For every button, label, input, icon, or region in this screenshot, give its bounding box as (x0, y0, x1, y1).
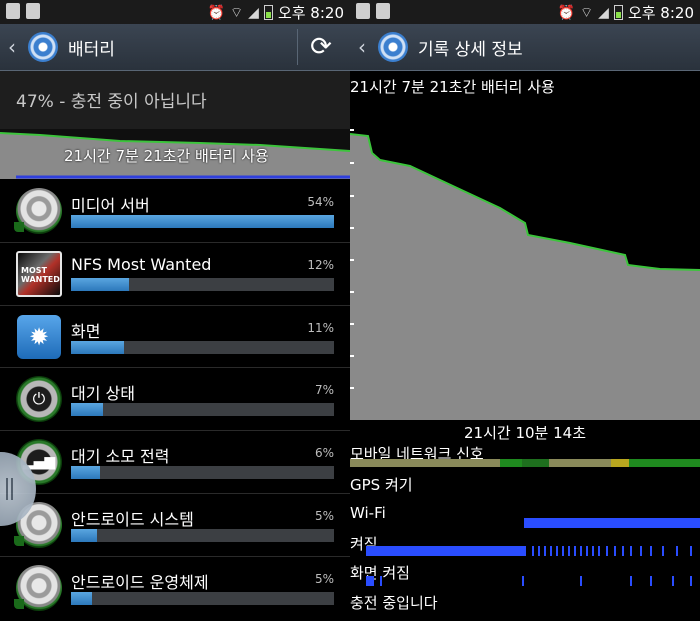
back-icon[interactable]: ‹ (8, 35, 22, 59)
nfs-game-icon: MOST WANTED (16, 250, 62, 297)
mobile-signal-track (350, 459, 700, 467)
clock: 오후 8:20 (627, 4, 694, 22)
list-item[interactable]: MOST WANTED NFS Most Wanted 12% (0, 243, 350, 306)
page-title: 기록 상세 정보 (418, 39, 523, 60)
item-percent: 6% (314, 446, 334, 461)
media-server-icon (14, 188, 62, 234)
battery-status-text: 47% - 충전 중이 아닙니다 (0, 71, 350, 129)
refresh-button[interactable]: ⟳ (297, 29, 344, 65)
wifi-track (524, 518, 700, 528)
refresh-icon: ⟳ (310, 32, 332, 62)
battery-usage-mini-chart[interactable]: 21시간 7분 21초간 배터리 사용 (0, 129, 350, 179)
item-name: NFS Most Wanted (71, 254, 212, 274)
gallery-notification-icon (6, 3, 20, 19)
settings-gear-icon[interactable] (378, 32, 408, 62)
battery-pane: ⏰ ⌔ ◢ 오후 8:20 ‹ 배터리 ⟳ 47% - 충전 중이 아닙니다 2… (0, 0, 350, 621)
item-name: 미디어 서버 (71, 196, 150, 215)
action-bar: ‹ 배터리 ⟳ (0, 24, 350, 71)
clock: 오후 8:20 (277, 4, 344, 22)
android-os-icon (14, 564, 62, 611)
gallery-notification-icon (356, 3, 370, 19)
item-name: 화면 (71, 321, 101, 341)
usage-bar (71, 528, 334, 542)
sd-card-notification-icon (26, 3, 40, 19)
usage-bar (71, 277, 334, 291)
usage-bar (71, 591, 334, 605)
item-percent: 12% (307, 257, 334, 272)
wifi-icon: ⌔ (229, 4, 244, 21)
cell-signal-icon: ◢ (598, 4, 609, 21)
screen-brightness-icon: ✹ (17, 314, 61, 359)
usage-bar (71, 466, 334, 480)
list-item[interactable]: 안드로이드 운영체제 5% (0, 557, 350, 620)
alarm-icon: ⏰ (557, 4, 575, 21)
usage-bar-fill (71, 403, 103, 417)
item-name: 대기 소모 전력 (71, 447, 170, 467)
list-item[interactable]: 미디어 서버 54% (0, 180, 350, 243)
page-title: 배터리 (68, 39, 115, 60)
history-detail-pane: ⏰ ⌔ ◢ 오후 8:20 ‹ 기록 상세 정보 21시간 7분 21초간 배터… (350, 0, 700, 621)
usage-bar-fill (71, 528, 98, 542)
list-item[interactable]: 안드로이드 시스템 5% (0, 494, 350, 557)
sd-card-notification-icon (376, 3, 390, 19)
alarm-icon: ⏰ (207, 4, 225, 21)
charging-label: 충전 중입니다 (350, 594, 438, 612)
usage-bar-fill (71, 340, 124, 354)
usage-duration-label: 21시간 7분 21초간 배터리 사용 (64, 147, 269, 165)
item-name: 안드로이드 시스템 (71, 509, 194, 529)
list-item[interactable]: ✹ 화면 11% (0, 306, 350, 369)
item-percent: 11% (307, 320, 334, 335)
battery-icon (613, 5, 623, 20)
list-item[interactable]: ▂▄▆ 대기 소모 전력 6% (0, 431, 350, 494)
item-percent: 5% (314, 571, 334, 586)
battery-history-chart (350, 98, 700, 420)
usage-bar (71, 403, 334, 417)
action-bar: ‹ 기록 상세 정보 (350, 24, 700, 71)
item-name: 대기 상태 (71, 384, 135, 404)
power-icon: ⏻ (16, 376, 62, 423)
battery-usage-list: 미디어 서버 54% MOST WANTED NFS Most Wanted 12… (0, 180, 350, 620)
item-percent: 7% (314, 383, 334, 398)
screen-on-track (366, 576, 692, 586)
usage-duration-label: 21시간 7분 21초간 배터리 사용 (350, 78, 555, 96)
cell-signal-icon: ◢ (248, 4, 259, 21)
chart-duration-label: 21시간 10분 14초 (464, 424, 586, 442)
back-icon[interactable]: ‹ (358, 35, 372, 59)
usage-bar-fill (71, 466, 100, 480)
usage-bar-fill (71, 277, 129, 291)
list-item[interactable]: ⏻ 대기 상태 7% (0, 368, 350, 432)
status-bar: ⏰ ⌔ ◢ 오후 8:20 (350, 0, 700, 24)
item-name: 안드로이드 운영체제 (71, 572, 209, 592)
status-bar: ⏰ ⌔ ◢ 오후 8:20 (0, 0, 350, 24)
settings-gear-icon[interactable] (28, 32, 58, 62)
item-percent: 54% (307, 195, 334, 209)
wifi-icon: ⌔ (579, 4, 594, 21)
usage-bar (71, 215, 334, 228)
gps-label: GPS 켜기 (350, 476, 413, 494)
usage-bar-fill (71, 591, 93, 605)
usage-bar (71, 340, 334, 354)
usage-bar-fill (71, 215, 334, 228)
battery-icon (263, 5, 273, 20)
awake-track (366, 546, 692, 556)
item-percent: 5% (314, 508, 334, 523)
